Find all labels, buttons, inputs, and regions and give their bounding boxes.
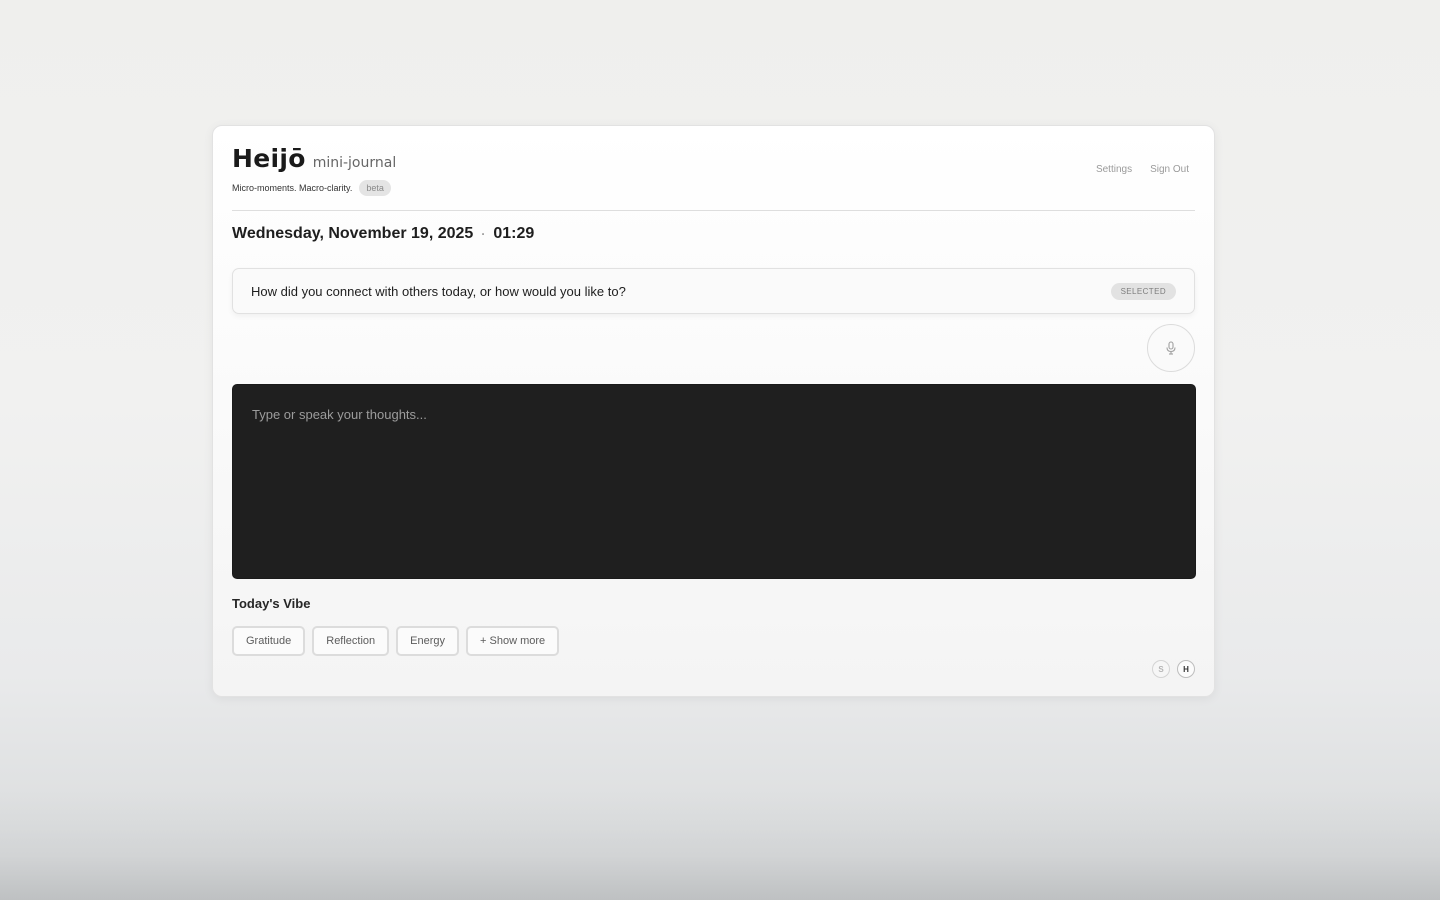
- header-links: Settings Sign Out: [1096, 164, 1189, 175]
- tagline-row: Micro-moments. Macro-clarity. beta: [232, 180, 391, 196]
- avatar-s[interactable]: S: [1152, 660, 1170, 678]
- header-divider: [232, 210, 1195, 211]
- microphone-icon: [1166, 341, 1176, 355]
- prompt-text: How did you connect with others today, o…: [251, 283, 626, 299]
- brand-header: Heijō mini-journal: [232, 144, 396, 173]
- vibe-chip-energy[interactable]: Energy: [396, 626, 460, 656]
- voice-input-button[interactable]: [1147, 324, 1195, 372]
- tagline: Micro-moments. Macro-clarity.: [232, 183, 353, 193]
- vibe-title: Today's Vibe: [232, 596, 311, 611]
- journal-prompt[interactable]: How did you connect with others today, o…: [232, 268, 1195, 314]
- vibe-chips: Gratitude Reflection Energy + Show more: [232, 626, 560, 656]
- journal-entry-input[interactable]: [232, 384, 1196, 579]
- entry-time: 01:29: [493, 225, 535, 242]
- vibe-chip-gratitude[interactable]: Gratitude: [232, 626, 306, 656]
- settings-link[interactable]: Settings: [1096, 164, 1132, 175]
- avatar-group: S H: [1152, 660, 1195, 678]
- entry-date: Wednesday, November 19, 2025: [232, 225, 474, 242]
- avatar-h[interactable]: H: [1177, 660, 1195, 678]
- brand-subtitle: mini-journal: [312, 155, 397, 171]
- datetime-separator: ·: [481, 227, 486, 241]
- journal-card: Heijō mini-journal Micro-moments. Macro-…: [212, 125, 1215, 697]
- beta-badge: beta: [359, 180, 391, 196]
- brand-name: Heijō: [232, 144, 306, 173]
- show-more-button[interactable]: + Show more: [466, 626, 560, 656]
- sign-out-link[interactable]: Sign Out: [1150, 164, 1189, 175]
- selected-badge: SELECTED: [1110, 282, 1176, 300]
- entry-datetime: Wednesday, November 19, 2025 · 01:29: [232, 225, 534, 243]
- vibe-chip-reflection[interactable]: Reflection: [312, 626, 390, 656]
- background-haze: [0, 790, 1440, 900]
